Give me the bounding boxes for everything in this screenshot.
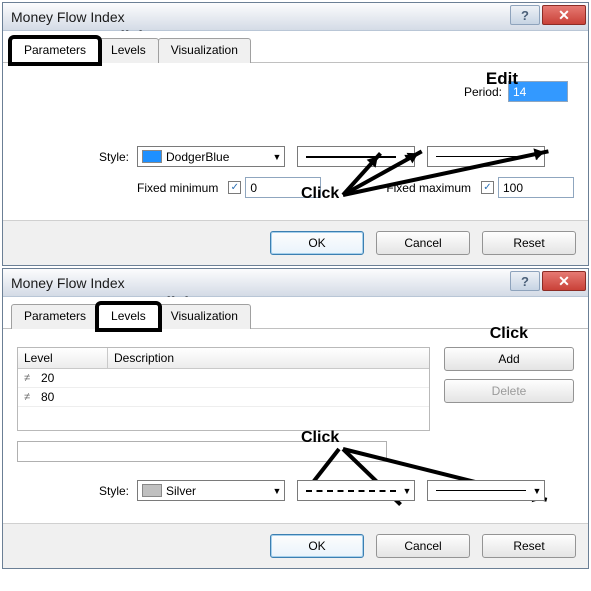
dialog-title: Money Flow Index <box>11 9 125 25</box>
tab-body-levels: Click Level Description ≠20 ≠80 Add Dele… <box>3 329 588 523</box>
dialog-levels: Money Flow Index ? ✕ Click Parameters Le… <box>2 268 589 569</box>
dialog-parameters: Money Flow Index ? ✕ Click Parameters Le… <box>2 2 589 266</box>
chevron-down-icon: ▼ <box>400 481 414 500</box>
button-row: OK Cancel Reset <box>3 523 588 568</box>
ok-button[interactable]: OK <box>270 231 364 255</box>
line-thin-icon <box>436 156 526 157</box>
help-button[interactable]: ? <box>510 5 540 25</box>
dialog-title: Money Flow Index <box>11 275 125 291</box>
level-icon: ≠ <box>24 372 38 384</box>
ok-button[interactable]: OK <box>270 534 364 558</box>
titlebar: Money Flow Index ? ✕ <box>3 3 588 31</box>
level-value: 20 <box>41 371 54 385</box>
level-icon: ≠ <box>24 391 38 403</box>
fixed-max-checkbox[interactable] <box>481 181 494 194</box>
cancel-button[interactable]: Cancel <box>376 534 470 558</box>
color-combo[interactable]: DodgerBlue ▼ <box>137 146 285 167</box>
col-level[interactable]: Level <box>18 348 108 368</box>
level-value: 80 <box>41 390 54 404</box>
fixed-max-label: Fixed maximum <box>386 181 477 195</box>
chevron-down-icon: ▼ <box>270 147 284 166</box>
color-name: Silver <box>166 484 196 498</box>
tab-levels[interactable]: Levels <box>98 304 159 329</box>
line-style-combo[interactable]: ▼ <box>297 480 415 501</box>
color-swatch <box>142 150 162 163</box>
chevron-down-icon: ▼ <box>400 147 414 166</box>
table-header: Level Description <box>18 348 429 369</box>
button-row: OK Cancel Reset <box>3 220 588 265</box>
color-name: DodgerBlue <box>166 150 229 164</box>
tab-row: Parameters Levels Visualization <box>3 297 588 329</box>
col-description[interactable]: Description <box>108 348 429 368</box>
reset-button[interactable]: Reset <box>482 534 576 558</box>
fixed-max-value: 100 <box>503 181 523 195</box>
reset-button[interactable]: Reset <box>482 231 576 255</box>
levels-table: Level Description ≠20 ≠80 <box>17 347 430 431</box>
close-button[interactable]: ✕ <box>542 271 586 291</box>
fixed-min-label: Fixed minimum <box>137 181 224 195</box>
color-swatch <box>142 484 162 497</box>
period-label: Period: <box>464 85 508 99</box>
line-thin-icon <box>436 490 526 491</box>
level-edit-input[interactable] <box>17 441 387 462</box>
fixed-min-input[interactable]: 0 <box>245 177 321 198</box>
line-width-combo[interactable]: ▼ <box>427 480 545 501</box>
style-label: Style: <box>17 150 137 164</box>
close-button[interactable]: ✕ <box>542 5 586 25</box>
titlebar: Money Flow Index ? ✕ <box>3 269 588 297</box>
line-dash-icon <box>306 490 396 492</box>
tab-visualization[interactable]: Visualization <box>158 304 251 329</box>
fixed-min-checkbox[interactable] <box>228 181 241 194</box>
line-width-combo[interactable]: ▼ <box>427 146 545 167</box>
style-label: Style: <box>17 484 137 498</box>
color-combo[interactable]: Silver ▼ <box>137 480 285 501</box>
tab-body-parameters: Edit Period: 14 Style: DodgerBlue ▼ ▼ <box>3 63 588 220</box>
period-value: 14 <box>513 85 526 99</box>
period-input[interactable]: 14 <box>508 81 568 102</box>
line-style-combo[interactable]: ▼ <box>297 146 415 167</box>
tab-visualization[interactable]: Visualization <box>158 38 251 63</box>
chevron-down-icon: ▼ <box>530 481 544 500</box>
fixed-min-value: 0 <box>250 181 257 195</box>
delete-button[interactable]: Delete <box>444 379 574 403</box>
chevron-down-icon: ▼ <box>270 481 284 500</box>
tab-levels[interactable]: Levels <box>98 38 159 63</box>
chevron-down-icon: ▼ <box>530 147 544 166</box>
tab-parameters[interactable]: Parameters <box>11 38 99 63</box>
add-button[interactable]: Add <box>444 347 574 371</box>
tab-parameters[interactable]: Parameters <box>11 304 99 329</box>
tab-row: Parameters Levels Visualization <box>3 31 588 63</box>
line-solid-icon <box>306 156 396 158</box>
table-row[interactable]: ≠80 <box>18 388 429 407</box>
table-row[interactable]: ≠20 <box>18 369 429 388</box>
fixed-max-input[interactable]: 100 <box>498 177 574 198</box>
cancel-button[interactable]: Cancel <box>376 231 470 255</box>
help-button[interactable]: ? <box>510 271 540 291</box>
